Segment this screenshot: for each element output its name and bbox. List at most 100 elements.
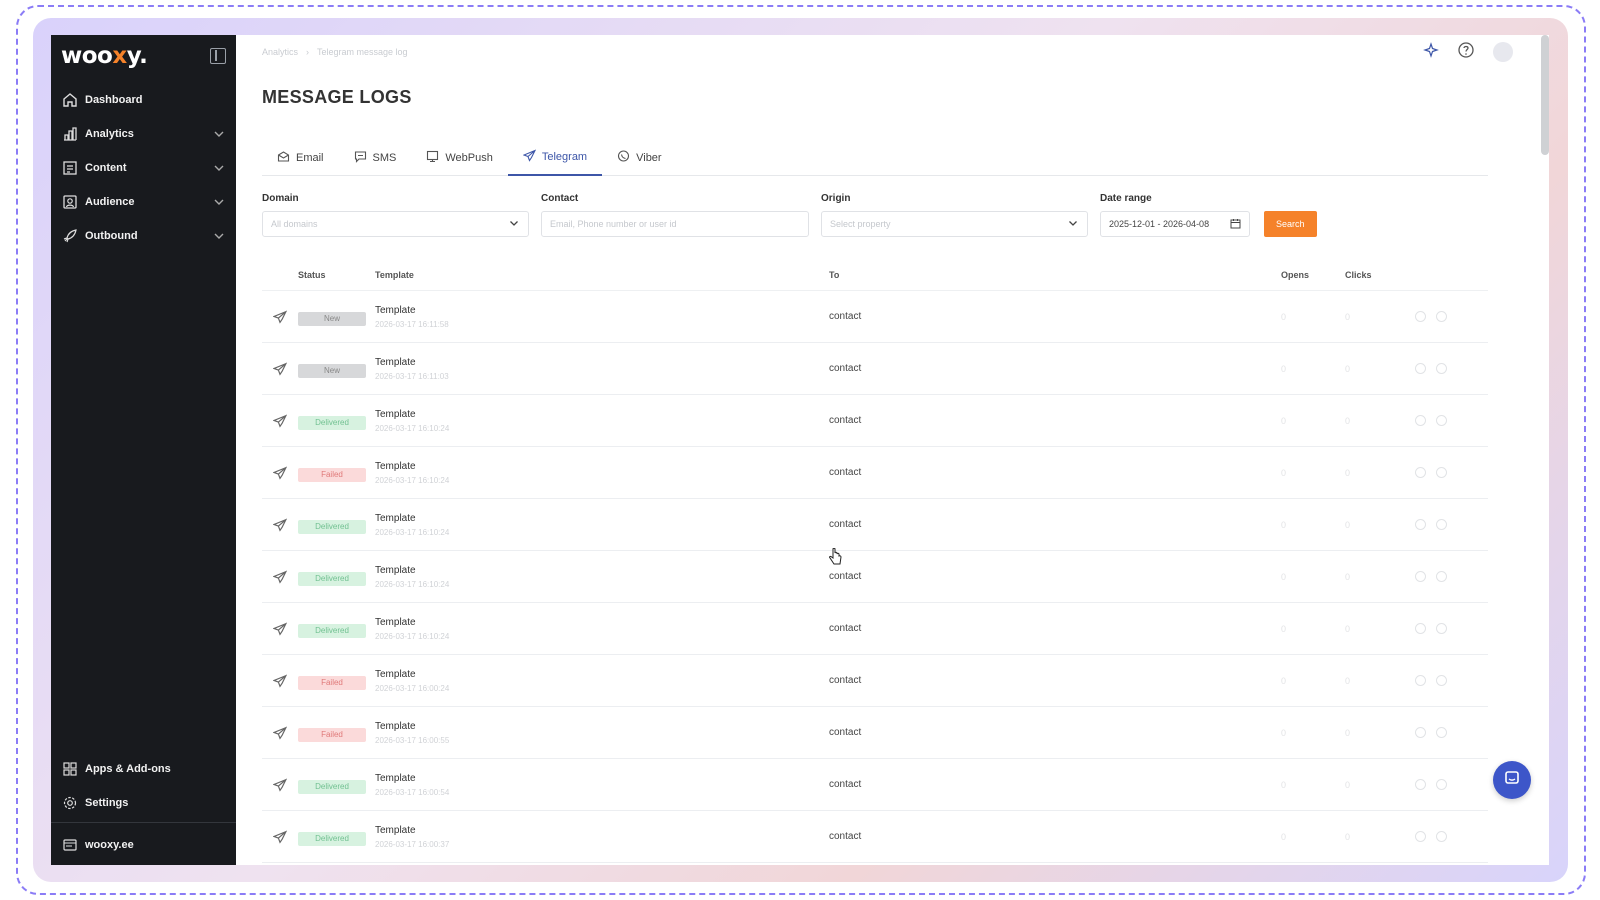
tab-email[interactable]: Email [262,140,339,176]
table-row[interactable]: Failed Template 2026-03-17 16:10:24 cont… [262,447,1488,499]
table-row[interactable]: New Template 2026-03-17 16:11:03 contact… [262,343,1488,395]
template-name[interactable]: Template [375,565,829,576]
telegram-icon [262,310,298,324]
view-icon[interactable] [1415,519,1426,530]
history-icon[interactable] [1436,415,1447,426]
history-icon[interactable] [1436,363,1447,374]
template-name[interactable]: Template [375,825,829,836]
sidebar-item-audience[interactable]: Audience [51,185,236,219]
domain-filter-label: Domain [262,193,299,204]
telegram-icon [262,570,298,584]
history-icon[interactable] [1436,311,1447,322]
table-row[interactable]: Delivered Template 2026-03-17 16:10:24 c… [262,499,1488,551]
template-name[interactable]: Template [375,409,829,420]
tab-telegram[interactable]: Telegram [507,140,603,176]
view-icon[interactable] [1415,571,1426,582]
date-range-value: 2025-12-01 - 2026-04-08 [1109,219,1210,229]
collapse-sidebar-icon[interactable] [210,48,226,64]
template-name[interactable]: Template [375,461,829,472]
sidebar-item-analytics[interactable]: Analytics [51,117,236,151]
audience-icon [61,193,79,211]
chat-icon [1503,769,1521,792]
history-icon[interactable] [1436,467,1447,478]
table-row[interactable]: Delivered Template 2026-03-17 16:10:24 c… [262,551,1488,603]
tab-viber[interactable]: Viber [602,140,676,176]
template-name[interactable]: Template [375,617,829,628]
date-range-input[interactable]: 2025-12-01 - 2026-04-08 [1100,211,1250,237]
opens-count: 0 [1281,831,1287,842]
breadcrumb-separator: › [306,47,310,57]
recipient: contact [829,311,862,322]
history-icon[interactable] [1436,831,1447,842]
tab-webpush[interactable]: WebPush [411,140,508,176]
history-icon[interactable] [1436,727,1447,738]
view-icon[interactable] [1415,779,1426,790]
history-icon[interactable] [1436,675,1447,686]
view-icon[interactable] [1415,831,1426,842]
history-icon[interactable] [1436,623,1447,634]
page-title: MESSAGE LOGS [262,87,412,107]
header-opens[interactable]: Opens [1281,270,1345,280]
view-icon[interactable] [1415,727,1426,738]
origin-select[interactable]: Select property [821,211,1088,237]
search-button[interactable]: Search [1264,211,1317,237]
history-icon[interactable] [1436,519,1447,530]
template-name[interactable]: Template [375,721,829,732]
history-icon[interactable] [1436,571,1447,582]
table-row[interactable]: Delivered Template 2026-03-17 16:10:24 c… [262,603,1488,655]
view-icon[interactable] [1415,311,1426,322]
avatar[interactable] [1493,42,1513,62]
telegram-icon [262,518,298,532]
clicks-count: 0 [1345,675,1351,686]
sidebar-item-apps[interactable]: Apps & Add-ons [51,752,236,786]
template-name[interactable]: Template [375,513,829,524]
table-row[interactable]: Delivered Template 2026-03-17 16:00:54 c… [262,759,1488,811]
sidebar-item-label: Settings [85,797,129,809]
view-icon[interactable] [1415,467,1426,478]
header-to[interactable]: To [829,270,1281,280]
table-row[interactable]: Failed Template 2026-03-17 16:00:55 cont… [262,707,1488,759]
status-badge: Delivered [298,779,366,794]
template-name[interactable]: Template [375,669,829,680]
view-icon[interactable] [1415,363,1426,374]
sparkle-icon[interactable] [1423,41,1439,63]
viber-icon [617,150,630,166]
breadcrumb-item[interactable]: Analytics [262,47,298,57]
header-status[interactable]: Status [298,270,375,280]
table-row[interactable]: Delivered Template 2026-03-17 16:10:24 c… [262,395,1488,447]
opens-count: 0 [1281,415,1287,426]
view-icon[interactable] [1415,415,1426,426]
history-icon[interactable] [1436,779,1447,790]
status-badge: Delivered [298,831,366,846]
table-row[interactable]: Delivered Template 2026-03-17 16:00:37 c… [262,811,1488,863]
table-row[interactable]: Failed Template 2026-03-17 16:00:24 cont… [262,655,1488,707]
contact-input[interactable] [550,219,800,229]
domain-select[interactable]: All domains [262,211,529,237]
telegram-icon [262,674,298,688]
header-clicks[interactable]: Clicks [1345,270,1415,280]
scrollbar[interactable] [1541,35,1549,155]
sidebar-item-dashboard[interactable]: Dashboard [51,83,236,117]
sent-timestamp: 2026-03-17 16:11:58 [375,319,449,329]
template-name[interactable]: Template [375,357,829,368]
view-icon[interactable] [1415,675,1426,686]
filter-bar: Domain All domains Contact Origin Select… [262,193,1523,237]
domain-switcher[interactable]: wooxy.ee [51,825,236,865]
sent-timestamp: 2026-03-17 16:10:24 [375,423,450,433]
header-template[interactable]: Template [375,270,829,280]
telegram-icon [262,362,298,376]
table-row[interactable]: New Template 2026-03-17 16:11:58 contact… [262,291,1488,343]
recipient: contact [829,727,862,738]
template-name[interactable]: Template [375,305,829,316]
sent-timestamp: 2026-03-17 16:00:24 [375,683,450,693]
sidebar-item-outbound[interactable]: Outbound [51,219,236,253]
chat-support-button[interactable] [1493,761,1531,799]
sidebar-item-content[interactable]: Content [51,151,236,185]
sidebar-item-settings[interactable]: Settings [51,786,236,820]
tab-sms[interactable]: SMS [339,140,412,176]
origin-select-value: Select property [830,219,891,229]
view-icon[interactable] [1415,623,1426,634]
help-icon[interactable] [1457,41,1475,64]
template-name[interactable]: Template [375,773,829,784]
logo[interactable]: wooxy. [61,43,148,69]
